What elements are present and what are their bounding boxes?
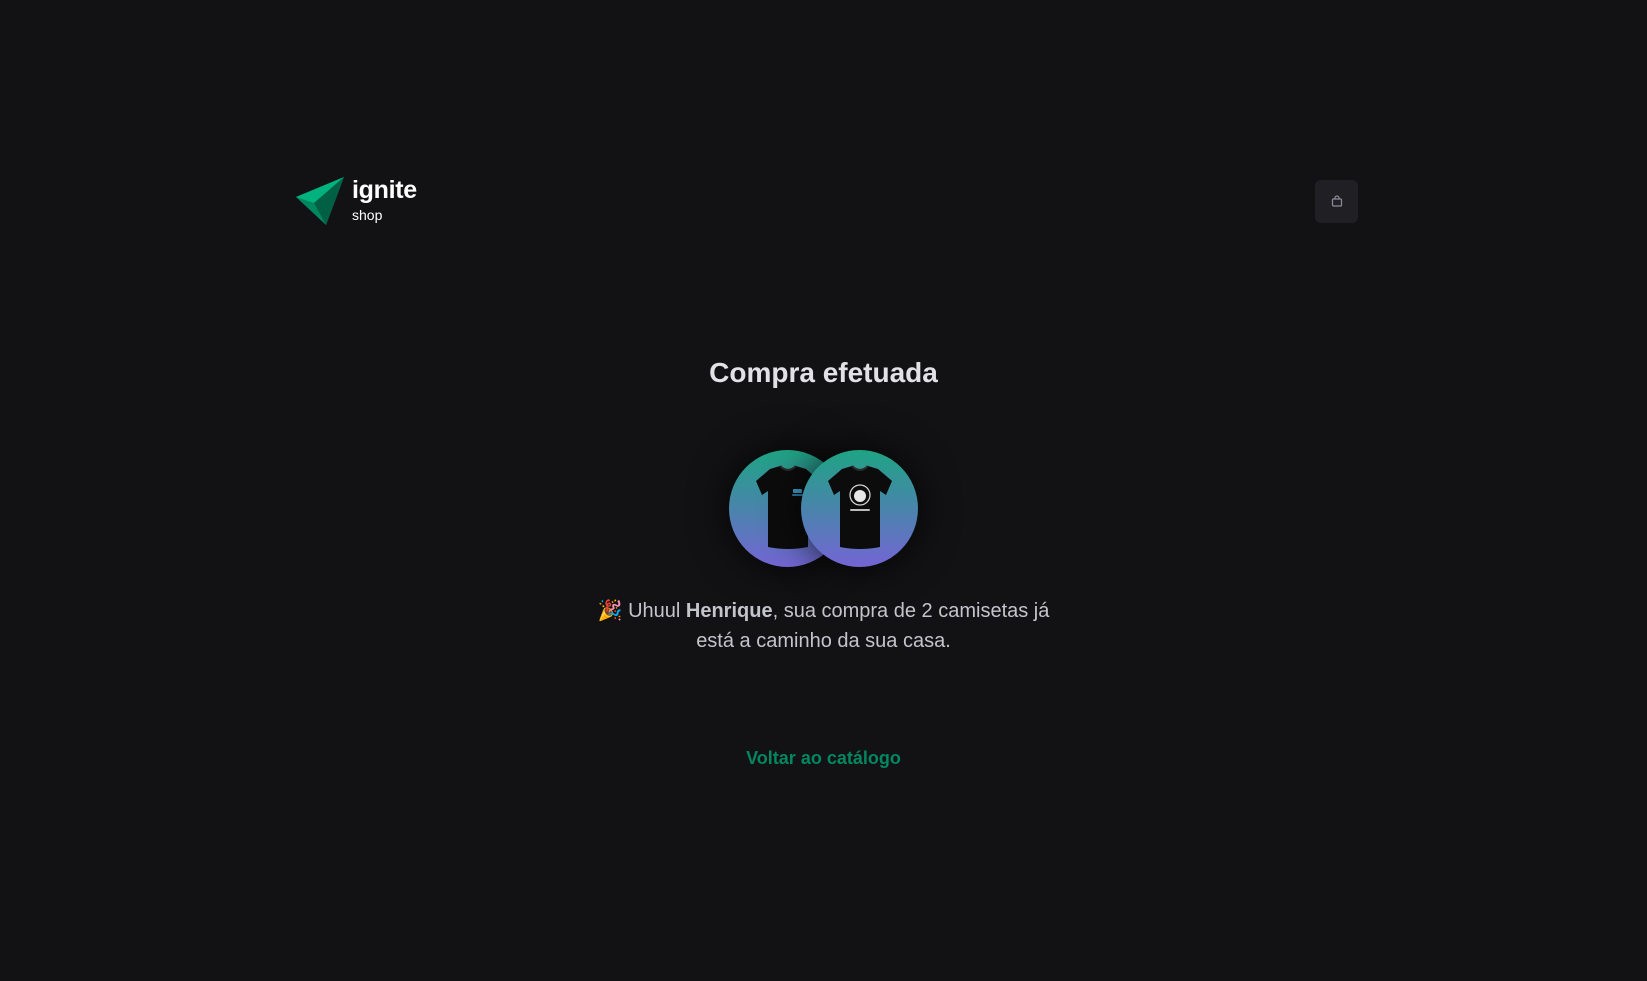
customer-name: Henrique (685, 600, 773, 622)
bag-icon (1331, 195, 1342, 207)
ignite-logo-icon (296, 177, 344, 225)
logo-text: ignite shop (352, 176, 417, 223)
header: ignite shop (296, 177, 1358, 225)
success-message: 🎉 Uhuul Henrique, sua compra de 2 camise… (579, 595, 1069, 656)
message-prefix: Uhuul (628, 600, 686, 622)
product-image (801, 449, 918, 567)
cart-button[interactable] (1315, 179, 1358, 223)
logo-title: ignite (352, 176, 417, 204)
success-content: Compra efetuada 🎉 Uhuul Henrique, sua co… (0, 355, 1647, 769)
logo-subtitle: shop (352, 207, 383, 223)
t-shirt-icon (827, 465, 892, 549)
back-to-catalog-link[interactable]: Voltar ao catálogo (746, 748, 901, 769)
page-title: Compra efetuada (709, 357, 938, 388)
party-popper-icon: 🎉 (597, 598, 623, 622)
success-page: ignite shop Compra efetuada 🎉 Uhuul Henr… (0, 0, 1647, 981)
purchased-products (729, 449, 918, 567)
logo[interactable]: ignite shop (296, 177, 417, 225)
